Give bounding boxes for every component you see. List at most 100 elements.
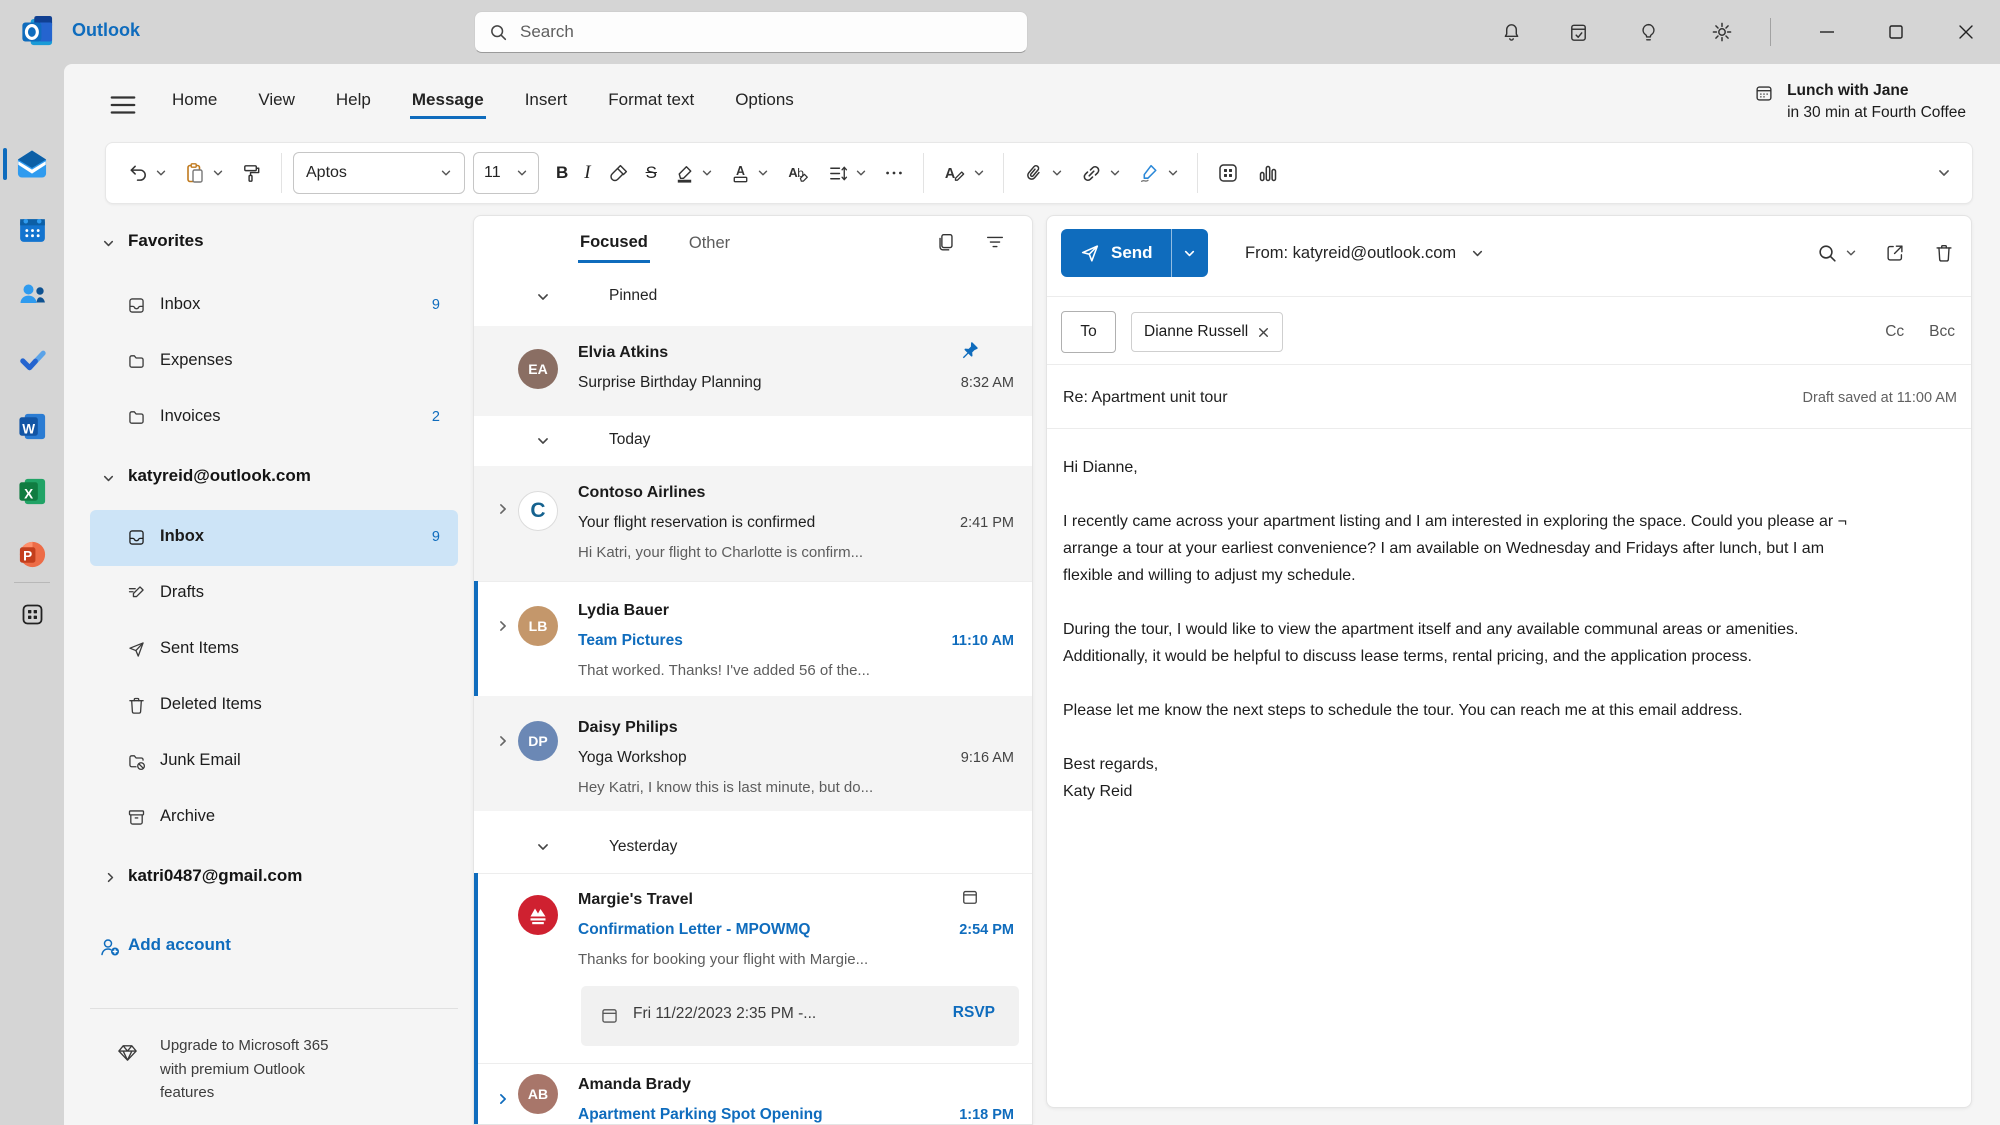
tab-options[interactable]: Options <box>733 82 796 116</box>
search-input[interactable] <box>518 21 982 43</box>
sidebar-item-drafts[interactable]: Drafts <box>64 566 473 622</box>
more-formatting-button[interactable] <box>876 152 912 194</box>
add-account-label: Add account <box>128 935 231 954</box>
rsvp-button[interactable]: RSVP <box>953 1004 995 1022</box>
compose-pane: Send From: katyreid@outlook.com To Diann… <box>1046 215 1972 1108</box>
account-header-outlook[interactable]: katyreid@outlook.com <box>64 450 473 506</box>
event-reminder[interactable]: Lunch with Jane in 30 min at Fourth Coff… <box>1753 80 1966 124</box>
my-day-button[interactable] <box>1558 12 1598 52</box>
insert-link-button[interactable] <box>1072 152 1128 194</box>
folder-label: Archive <box>160 807 216 825</box>
ellipsis-icon <box>883 162 905 184</box>
add-account-button[interactable]: Add account <box>64 919 473 975</box>
rail-more-apps-button[interactable] <box>12 592 52 636</box>
brush-button[interactable] <box>600 152 637 194</box>
event-subtitle: in 30 min at Fourth Coffee <box>1787 104 1966 121</box>
subject-field[interactable]: Re: Apartment unit tour <box>1063 376 1228 420</box>
notifications-button[interactable] <box>1491 12 1531 52</box>
message-row-margie[interactable]: Margie's Travel Confirmation Letter - MP… <box>474 873 1032 1064</box>
message-row-amanda[interactable]: AB Amanda Brady Apartment Parking Spot O… <box>474 1063 1032 1124</box>
rail-todo-button[interactable] <box>12 337 52 381</box>
folder-label: Expenses <box>160 351 233 369</box>
tab-insert[interactable]: Insert <box>523 82 570 116</box>
signature-button[interactable] <box>1130 152 1186 194</box>
tab-other[interactable]: Other <box>687 223 732 261</box>
font-size-select[interactable]: 11 <box>473 152 539 194</box>
to-button[interactable]: To <box>1061 311 1116 353</box>
bcc-button[interactable]: Bcc <box>1929 323 1955 341</box>
remove-recipient-icon[interactable] <box>1257 326 1270 339</box>
line-spacing-button[interactable] <box>820 152 874 194</box>
sidebar-item-archive[interactable]: Archive <box>64 790 473 846</box>
section-pinned[interactable]: Pinned <box>474 268 1032 327</box>
message-row-elvia[interactable]: EA Elvia Atkins Surprise Birthday Planni… <box>474 326 1032 417</box>
styles-button[interactable]: A <box>935 152 992 194</box>
message-row-lydia[interactable]: LB Lydia Bauer Team Pictures That worked… <box>474 581 1032 697</box>
rail-excel-button[interactable]: X <box>12 469 52 513</box>
rail-powerpoint-button[interactable]: P <box>12 532 52 576</box>
sidebar-item-junk[interactable]: Junk Email <box>64 734 473 790</box>
insert-poll-button[interactable] <box>1249 152 1287 194</box>
account-header-gmail[interactable]: katri0487@gmail.com <box>64 850 473 906</box>
clear-formatting-button[interactable]: Ab <box>778 152 818 194</box>
search-box[interactable] <box>474 11 1028 53</box>
rail-mail-button[interactable] <box>12 142 52 186</box>
expand-chevron-icon[interactable] <box>496 734 510 748</box>
message-body-editor[interactable]: Hi Dianne, I recently came across your a… <box>1063 454 1959 805</box>
toolbar-divider <box>1196 153 1198 193</box>
highlight-button[interactable] <box>666 152 720 194</box>
conversation-view-icon[interactable] <box>935 231 957 253</box>
open-in-new-window-button[interactable] <box>1884 242 1906 264</box>
recipient-chip[interactable]: Dianne Russell <box>1131 312 1284 352</box>
sidebar-item-fav-inbox[interactable]: Inbox 9 <box>64 278 473 334</box>
favorites-label: Favorites <box>128 231 204 250</box>
meeting-invite-card: Fri 11/22/2023 2:35 PM -... RSVP <box>581 986 1019 1046</box>
section-today[interactable]: Today <box>474 416 1032 467</box>
sidebar-item-deleted[interactable]: Deleted Items <box>64 678 473 734</box>
close-icon <box>1954 20 1978 44</box>
italic-button[interactable]: I <box>577 152 597 194</box>
expand-chevron-icon[interactable] <box>496 619 510 633</box>
font-color-button[interactable]: A <box>722 152 776 194</box>
zoom-button[interactable] <box>1817 243 1857 264</box>
strikethrough-button[interactable]: S <box>639 152 664 194</box>
message-sender: Lydia Bauer <box>578 602 669 619</box>
attach-file-button[interactable] <box>1015 152 1070 194</box>
rail-calendar-button[interactable] <box>12 207 52 251</box>
filter-icon[interactable] <box>984 231 1006 253</box>
expand-chevron-icon[interactable] <box>496 502 510 516</box>
collapse-toolbar-button[interactable] <box>1930 152 1958 194</box>
insert-apps-button[interactable] <box>1209 152 1247 194</box>
rail-people-button[interactable] <box>12 272 52 316</box>
avatar: AB <box>518 1074 558 1114</box>
section-yesterday[interactable]: Yesterday <box>474 811 1032 874</box>
send-button[interactable]: Send <box>1061 229 1171 277</box>
send-options-button[interactable] <box>1172 229 1208 277</box>
expand-chevron-icon[interactable] <box>496 1092 510 1106</box>
maximize-button[interactable] <box>1876 12 1916 52</box>
sidebar-item-sent[interactable]: Sent Items <box>64 622 473 678</box>
sidebar-item-invoices[interactable]: Invoices 2 <box>64 390 473 446</box>
bold-button[interactable]: B <box>549 152 575 194</box>
discard-draft-button[interactable] <box>1933 242 1955 264</box>
bell-icon <box>1500 21 1523 44</box>
sidebar-item-expenses[interactable]: Expenses <box>64 334 473 390</box>
close-button[interactable] <box>1946 12 1986 52</box>
sidebar-item-inbox-selected[interactable]: Inbox 9 <box>64 510 473 566</box>
title-bar: Outlook <box>0 0 2000 64</box>
tips-button[interactable] <box>1628 12 1668 52</box>
tab-focused[interactable]: Focused <box>578 222 650 263</box>
section-label: Today <box>609 431 651 448</box>
rail-word-button[interactable]: W <box>12 404 52 448</box>
favorites-header[interactable]: Favorites <box>64 215 473 271</box>
cc-button[interactable]: Cc <box>1885 323 1904 341</box>
minimize-button[interactable] <box>1807 12 1847 52</box>
minimize-icon <box>1815 20 1839 44</box>
message-row-contoso[interactable]: C Contoso Airlines Your flight reservati… <box>474 466 1032 582</box>
active-app-indicator <box>3 148 7 180</box>
folder-icon <box>126 351 147 372</box>
message-row-daisy[interactable]: DP Daisy Philips Yoga Workshop Hey Katri… <box>474 696 1032 812</box>
tab-format-text[interactable]: Format text <box>606 82 696 116</box>
from-selector[interactable]: From: katyreid@outlook.com <box>1245 229 1484 277</box>
settings-button[interactable] <box>1702 12 1742 52</box>
